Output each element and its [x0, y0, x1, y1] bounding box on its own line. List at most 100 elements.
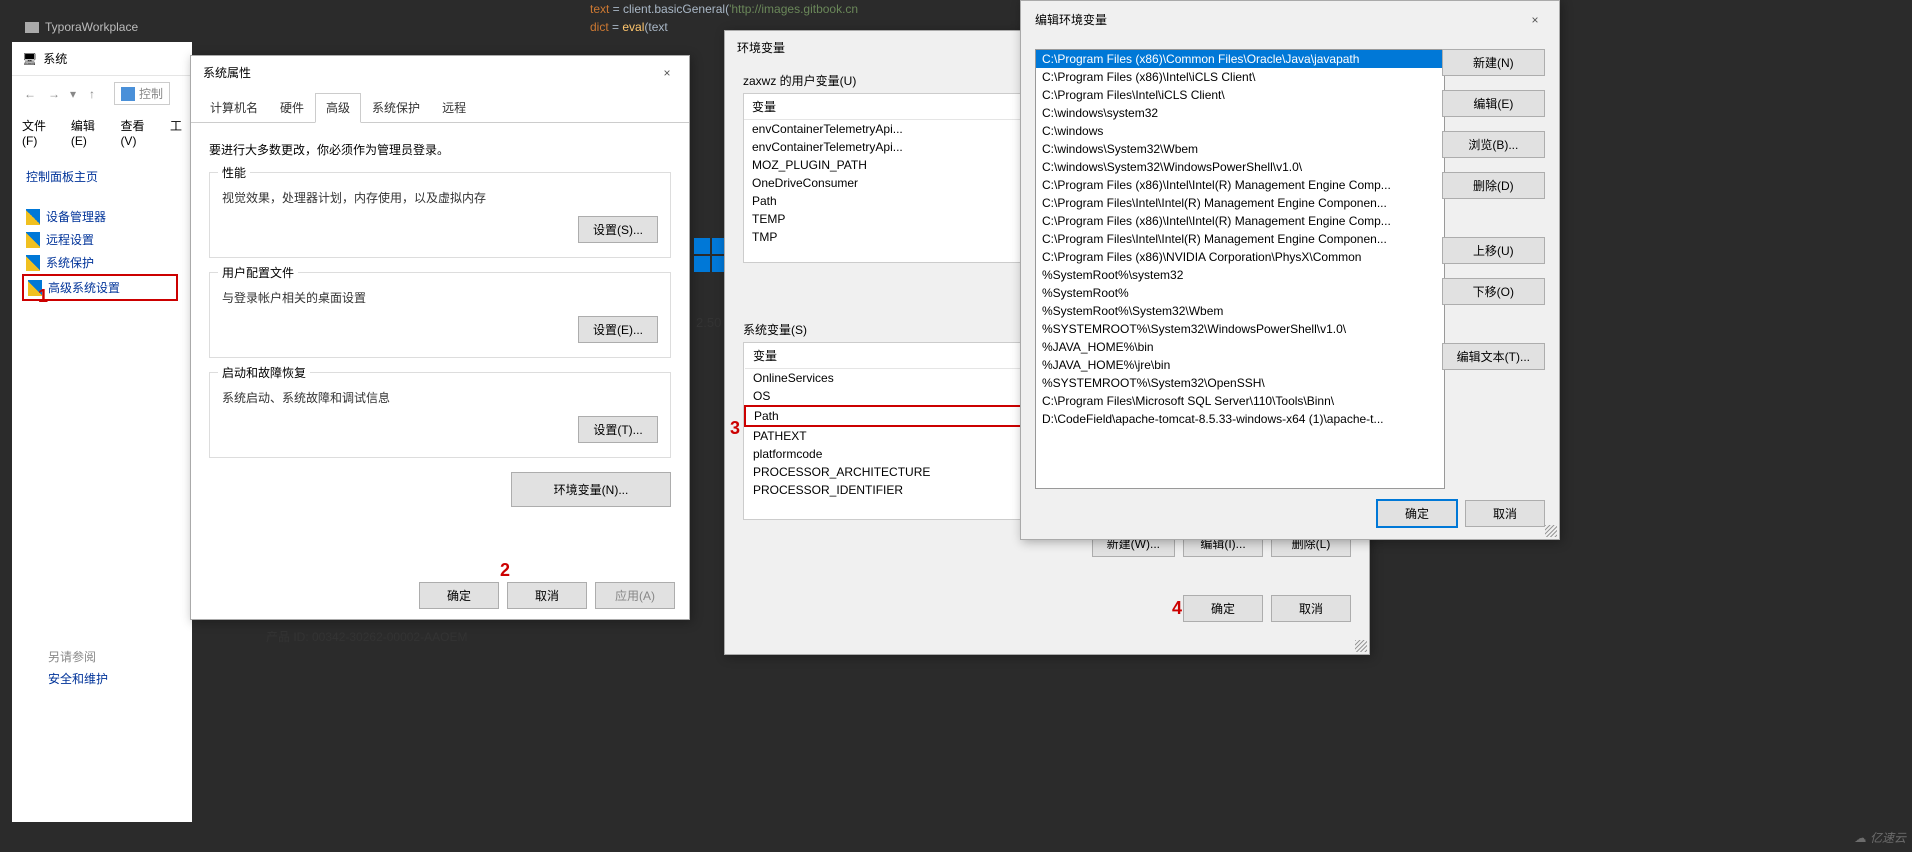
group-title: 用户配置文件 — [218, 264, 298, 281]
list-item[interactable]: C:\windows\system32 — [1036, 104, 1444, 122]
list-item[interactable]: C:\Program Files (x86)\NVIDIA Corporatio… — [1036, 248, 1444, 266]
ok-button[interactable]: 确定 — [1183, 595, 1263, 622]
close-button[interactable]: × — [657, 66, 677, 80]
list-item[interactable]: %SystemRoot%\System32\Wbem — [1036, 302, 1444, 320]
cancel-button[interactable]: 取消 — [507, 582, 587, 609]
list-item[interactable]: C:\Program Files\Intel\Intel(R) Manageme… — [1036, 194, 1444, 212]
list-item[interactable]: C:\windows\System32\Wbem — [1036, 140, 1444, 158]
path-list[interactable]: C:\Program Files (x86)\Common Files\Orac… — [1035, 49, 1445, 489]
move-up-button[interactable]: 上移(U) — [1442, 237, 1545, 264]
back-button[interactable]: ← — [22, 87, 38, 101]
list-item[interactable]: %SystemRoot% — [1036, 284, 1444, 302]
annotation-4: 4 — [1172, 598, 1182, 619]
list-item[interactable]: C:\Program Files (x86)\Intel\Intel(R) Ma… — [1036, 176, 1444, 194]
folder-bar: TyporaWorkplace — [25, 20, 138, 34]
annotation-2: 2 — [500, 560, 510, 581]
list-item[interactable]: C:\Program Files\Intel\Intel(R) Manageme… — [1036, 230, 1444, 248]
sidebar-item-label: 设备管理器 — [46, 208, 106, 225]
menu-file[interactable]: 文件(F) — [22, 117, 61, 148]
path-footer: 确定 取消 — [1377, 500, 1545, 527]
annotation-3: 3 — [730, 418, 740, 439]
list-item[interactable]: C:\windows\System32\WindowsPowerShell\v1… — [1036, 158, 1444, 176]
tab-hardware[interactable]: 硬件 — [269, 93, 315, 122]
resize-grip[interactable] — [1355, 640, 1367, 652]
list-item[interactable]: %JAVA_HOME%\jre\bin — [1036, 356, 1444, 374]
list-item[interactable]: C:\Program Files\Intel\iCLS Client\ — [1036, 86, 1444, 104]
col-variable[interactable]: 变量 — [744, 94, 1023, 120]
resize-grip[interactable] — [1545, 525, 1557, 537]
browse-button[interactable]: 浏览(B)... — [1442, 131, 1545, 158]
tabs: 计算机名 硬件 高级 系统保护 远程 — [191, 93, 689, 123]
sidebar-item-device-manager[interactable]: 设备管理器 — [26, 205, 178, 228]
watermark: ☁ 亿速云 — [1854, 829, 1906, 846]
menu-view[interactable]: 查看(V) — [120, 117, 160, 148]
delete-button[interactable]: 删除(D) — [1442, 172, 1545, 199]
env-footer: 确定 取消 — [725, 585, 1369, 632]
tab-protection[interactable]: 系统保护 — [361, 93, 431, 122]
dialog-footer: 确定 取消 应用(A) — [419, 582, 675, 609]
list-item[interactable]: D:\CodeField\apache-tomcat-8.5.33-window… — [1036, 410, 1444, 428]
forward-button[interactable]: → — [46, 87, 62, 101]
list-item[interactable]: C:\Program Files\Microsoft SQL Server\11… — [1036, 392, 1444, 410]
list-item[interactable]: C:\Program Files (x86)\Common Files\Orac… — [1036, 50, 1444, 68]
performance-settings-button[interactable]: 设置(S)... — [578, 216, 658, 243]
profile-settings-button[interactable]: 设置(E)... — [578, 316, 658, 343]
edit-button[interactable]: 编辑(E) — [1442, 90, 1545, 117]
sidebar-item-system-protection[interactable]: 系统保护 — [26, 251, 178, 274]
annotation-1: 1 — [38, 286, 48, 307]
shield-icon — [26, 232, 40, 248]
list-item[interactable]: C:\Program Files (x86)\Intel\Intel(R) Ma… — [1036, 212, 1444, 230]
dialog-title-bar: 编辑环境变量 × — [1021, 1, 1559, 38]
edit-text-button[interactable]: 编辑文本(T)... — [1442, 343, 1545, 370]
drive-icon — [121, 87, 135, 101]
menu-edit[interactable]: 编辑(E) — [71, 117, 111, 148]
menu-tools[interactable]: 工 — [170, 117, 182, 148]
sidebar-item-label: 远程设置 — [46, 231, 94, 248]
windows-logo-icon — [694, 238, 728, 272]
cancel-button[interactable]: 取消 — [1465, 500, 1545, 527]
ok-button[interactable]: 确定 — [1377, 500, 1457, 527]
dialog-title: 系统属性 — [203, 64, 251, 81]
address-bar[interactable]: 控制 — [114, 82, 170, 105]
sidebar-item-label: 系统保护 — [46, 254, 94, 271]
system-properties-dialog: 系统属性 × 计算机名 硬件 高级 系统保护 远程 要进行大多数更改，你必须作为… — [190, 55, 690, 620]
tab-remote[interactable]: 远程 — [431, 93, 477, 122]
cp-title-bar: 🖥 系统 — [12, 42, 192, 76]
tab-advanced[interactable]: 高级 — [315, 93, 361, 123]
folder-icon — [25, 22, 39, 33]
environment-variables-button[interactable]: 环境变量(N)... — [511, 472, 671, 507]
dialog-title: 环境变量 — [737, 39, 785, 56]
cp-home-link[interactable]: 控制面板主页 — [26, 164, 178, 189]
group-title: 启动和故障恢复 — [218, 364, 310, 381]
list-item[interactable]: C:\windows — [1036, 122, 1444, 140]
list-item[interactable]: %SYSTEMROOT%\System32\OpenSSH\ — [1036, 374, 1444, 392]
performance-group: 性能 视觉效果，处理器计划，内存使用，以及虚拟内存 设置(S)... — [209, 172, 671, 258]
shield-icon — [26, 255, 40, 271]
startup-settings-button[interactable]: 设置(T)... — [578, 416, 658, 443]
cp-title: 系统 — [43, 50, 67, 67]
new-button[interactable]: 新建(N) — [1442, 49, 1545, 76]
ok-button[interactable]: 确定 — [419, 582, 499, 609]
col-variable[interactable]: 变量 — [745, 343, 1023, 369]
shield-icon — [26, 209, 40, 225]
list-item[interactable]: %SystemRoot%\system32 — [1036, 266, 1444, 284]
also-see-label: 另请参阅 — [48, 648, 96, 665]
list-item[interactable]: %JAVA_HOME%\bin — [1036, 338, 1444, 356]
watermark-text: 亿速云 — [1870, 831, 1906, 845]
up-button[interactable]: ↑ — [84, 87, 100, 101]
security-maintenance-link[interactable]: 安全和维护 — [48, 670, 108, 687]
close-button[interactable]: × — [1525, 13, 1545, 27]
dialog-title-bar: 系统属性 × — [191, 56, 689, 89]
cancel-button[interactable]: 取消 — [1271, 595, 1351, 622]
tab-computer-name[interactable]: 计算机名 — [199, 93, 269, 122]
history-dropdown-icon[interactable]: ▾ — [70, 87, 76, 101]
value-250: 2.50 — [696, 315, 721, 330]
sidebar-item-remote[interactable]: 远程设置 — [26, 228, 178, 251]
apply-button[interactable]: 应用(A) — [595, 582, 675, 609]
dialog-title: 编辑环境变量 — [1035, 11, 1107, 28]
list-item[interactable]: %SYSTEMROOT%\System32\WindowsPowerShell\… — [1036, 320, 1444, 338]
path-buttons: 新建(N) 编辑(E) 浏览(B)... 删除(D) 上移(U) 下移(O) 编… — [1442, 49, 1545, 370]
group-title: 性能 — [218, 164, 250, 181]
move-down-button[interactable]: 下移(O) — [1442, 278, 1545, 305]
list-item[interactable]: C:\Program Files (x86)\Intel\iCLS Client… — [1036, 68, 1444, 86]
